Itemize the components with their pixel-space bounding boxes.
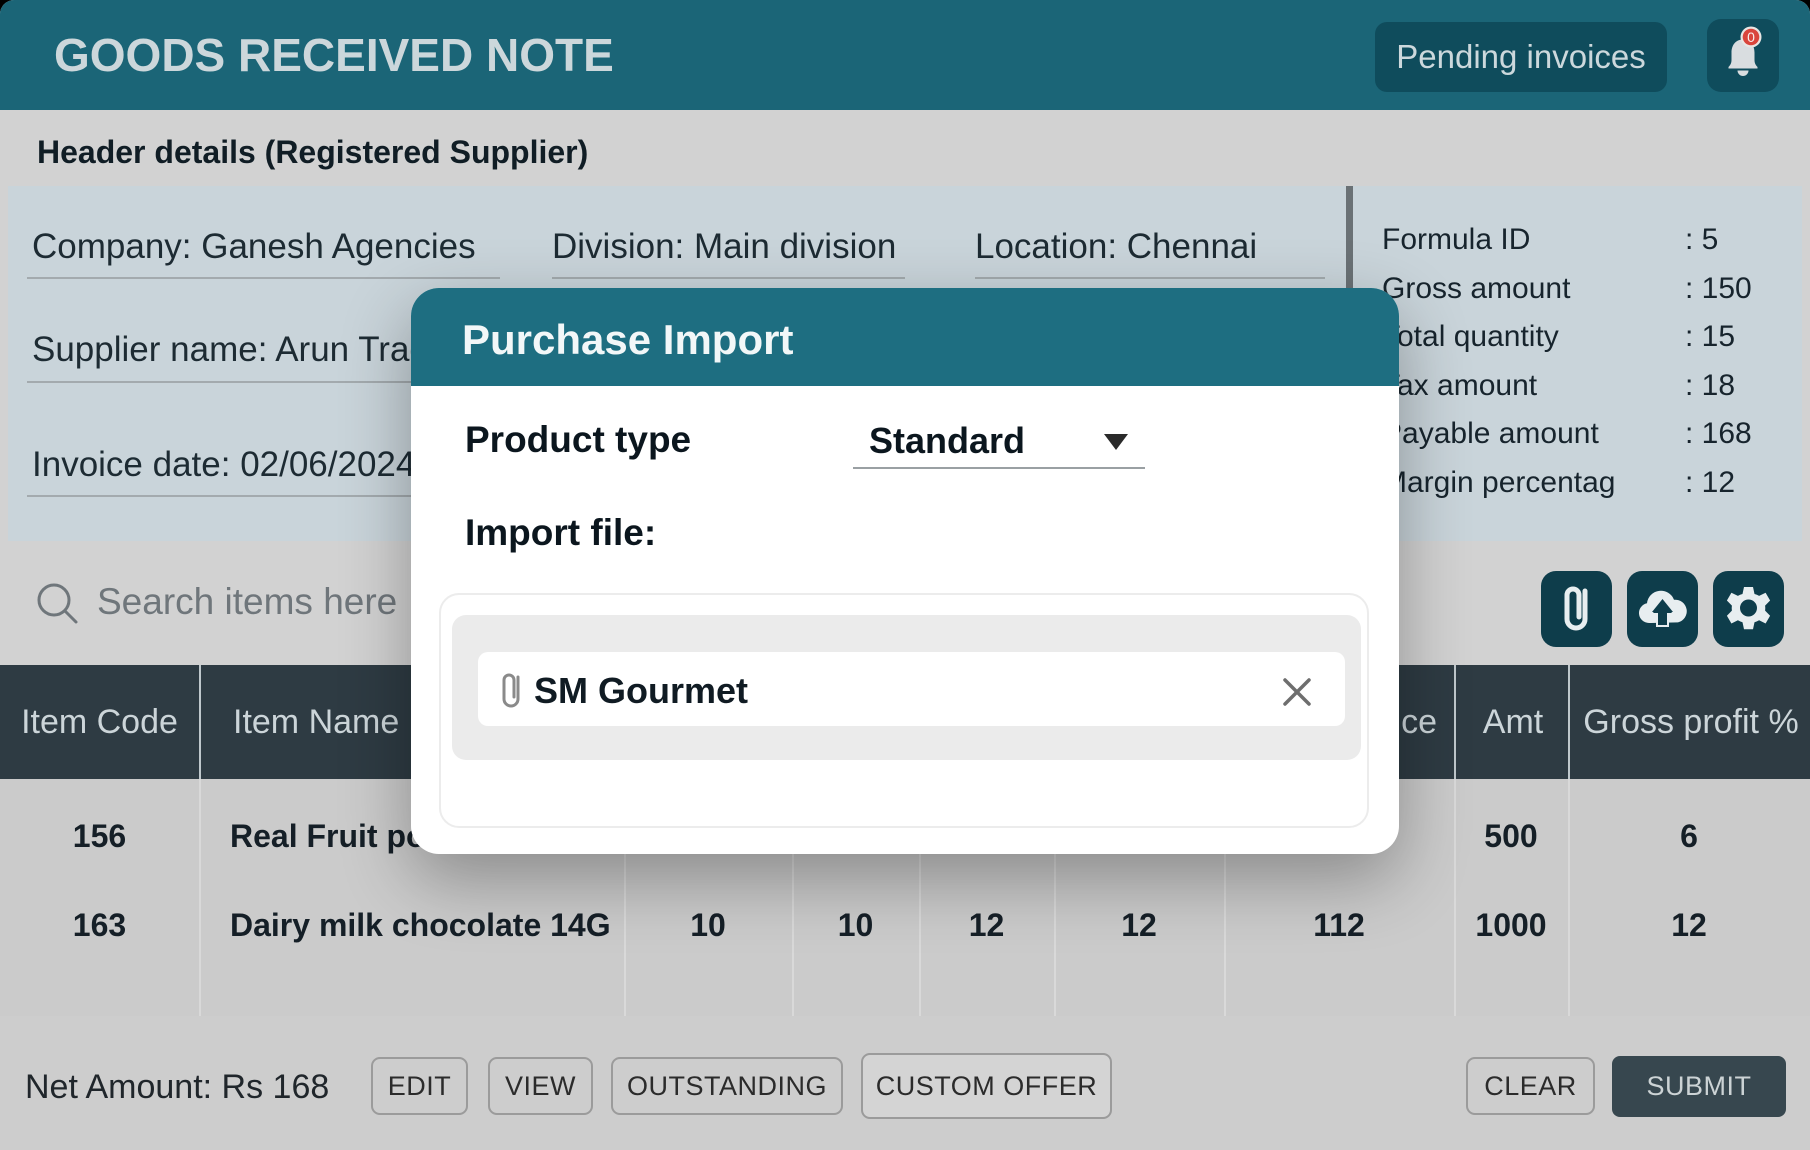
svg-text:0: 0 xyxy=(1747,29,1755,45)
